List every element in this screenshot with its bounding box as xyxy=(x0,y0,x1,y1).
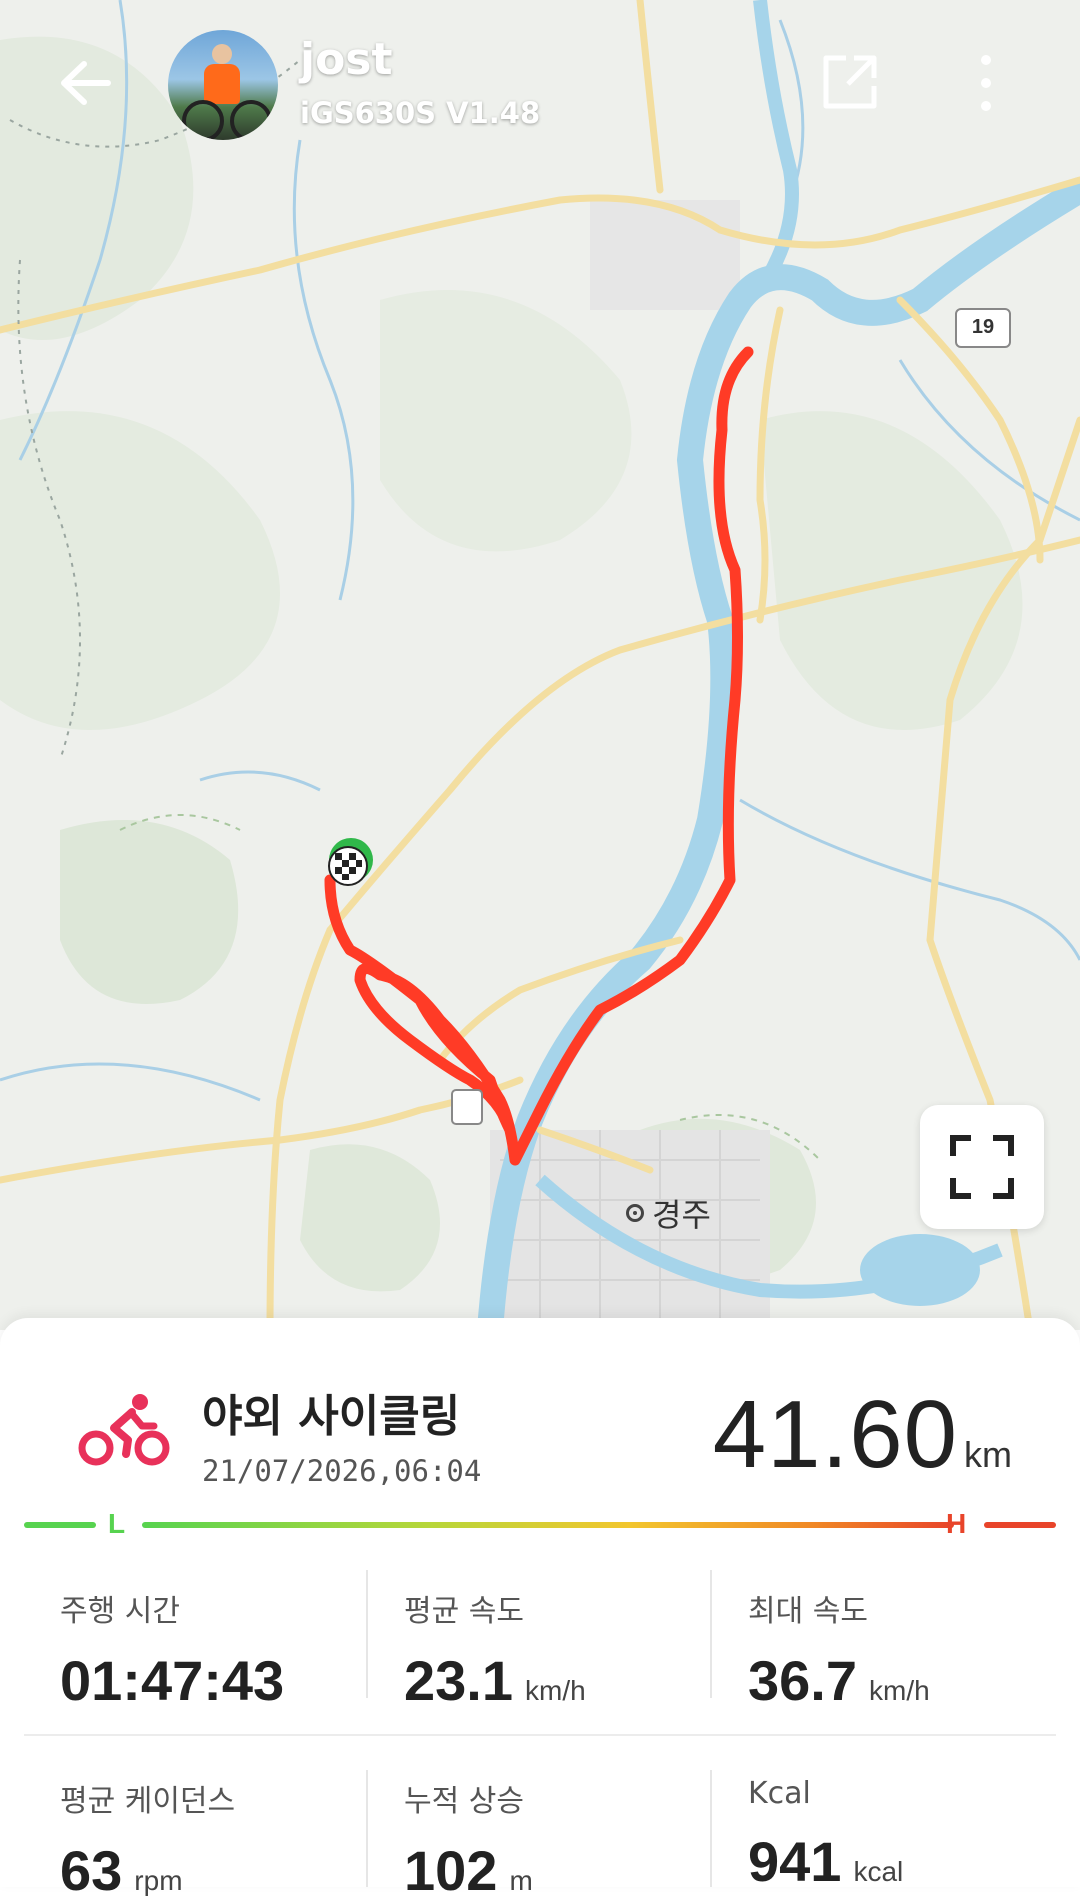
scale-low-label: L xyxy=(108,1508,126,1539)
distance-value: 41.60 xyxy=(712,1381,958,1488)
stat-value: 23.1 xyxy=(404,1649,513,1712)
header: jost iGS630S V1.48 xyxy=(0,0,1080,170)
user-name: jost xyxy=(300,34,393,85)
fullscreen-icon xyxy=(950,1135,1014,1199)
share-button[interactable] xyxy=(820,52,880,112)
back-arrow-icon xyxy=(61,61,111,105)
share-icon xyxy=(823,55,877,109)
stat-unit: km/h xyxy=(525,1675,586,1706)
distance-unit: km xyxy=(964,1434,1012,1475)
stat-value: 01:47:43 xyxy=(60,1649,285,1712)
cycling-icon xyxy=(78,1394,170,1466)
map-canvas xyxy=(0,0,1080,1330)
more-vertical-icon xyxy=(981,55,991,111)
city-label: 경주 xyxy=(626,1190,711,1236)
stat-avg-speed: 평균 속도 23.1 km/h xyxy=(404,1586,744,1713)
stat-value: 63 xyxy=(60,1839,123,1902)
stat-label: 누적 상승 xyxy=(404,1784,524,1819)
city-name: 경주 xyxy=(652,1196,711,1234)
stat-calories: Kcal 941 kcal xyxy=(748,1776,1080,1894)
stat-unit: km/h xyxy=(869,1675,930,1706)
stat-unit: rpm xyxy=(134,1865,183,1896)
scale-high-label: H xyxy=(946,1508,967,1539)
stat-value: 36.7 xyxy=(748,1649,857,1712)
activity-title: 야외 사이클링 xyxy=(202,1391,461,1442)
route-number-badge: 19 xyxy=(955,308,1011,348)
stat-label: 주행 시간 xyxy=(60,1594,180,1629)
stat-label: 평균 케이던스 xyxy=(60,1784,236,1819)
column-divider xyxy=(366,1570,368,1698)
stat-unit: kcal xyxy=(853,1856,904,1887)
stat-value: 102 xyxy=(404,1839,498,1902)
intensity-scale: L H xyxy=(24,1508,1056,1552)
back-button[interactable] xyxy=(52,48,122,118)
stat-label: 평균 속도 xyxy=(404,1594,524,1629)
stat-label: 최대 속도 xyxy=(748,1594,868,1629)
stat-elevation-gain: 누적 상승 102 m xyxy=(404,1776,744,1903)
stat-label: Kcal xyxy=(748,1776,811,1811)
row-divider xyxy=(24,1734,1056,1736)
city-marker-icon xyxy=(626,1204,644,1222)
fullscreen-button[interactable] xyxy=(920,1105,1044,1229)
stat-unit: m xyxy=(509,1865,533,1896)
stat-avg-cadence: 평균 케이던스 63 rpm xyxy=(60,1776,400,1903)
stat-max-speed: 최대 속도 36.7 km/h xyxy=(748,1586,1080,1713)
device-info: iGS630S V1.48 xyxy=(300,96,541,130)
avatar[interactable] xyxy=(168,30,278,140)
stat-value: 941 xyxy=(748,1830,842,1893)
column-divider xyxy=(710,1570,712,1698)
total-distance: 41.60 km xyxy=(713,1380,1012,1490)
route-map[interactable]: 19 경주 xyxy=(0,0,1080,1330)
activity-date: 21/07/2026,06:04 xyxy=(202,1454,482,1488)
more-options-button[interactable] xyxy=(968,50,1004,116)
stat-ride-time: 주행 시간 01:47:43 xyxy=(60,1586,400,1713)
intensity-gradient-bar xyxy=(142,1522,954,1528)
